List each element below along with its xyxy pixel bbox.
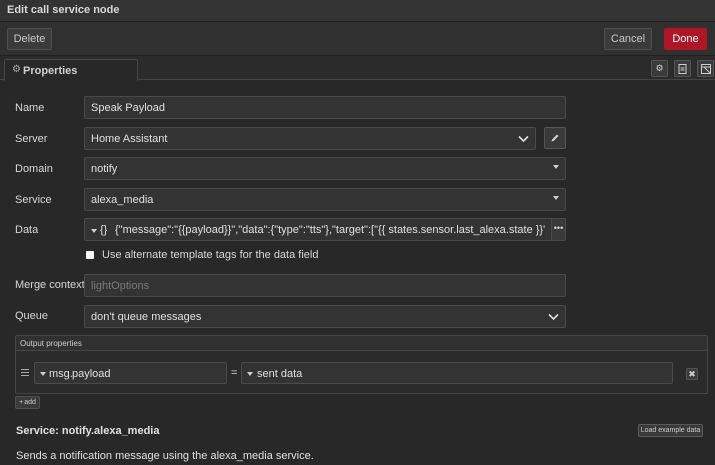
service-value: alexa_media bbox=[91, 194, 154, 206]
queue-value: don't queue messages bbox=[91, 311, 202, 323]
property-prefix: msg. bbox=[49, 368, 73, 380]
data-value: {"message":"{{payload}}","data":{"type":… bbox=[115, 224, 545, 236]
edit-server-button[interactable] bbox=[544, 127, 566, 149]
tab-bar: ⚙ Properties ⚙ bbox=[0, 56, 715, 81]
equals-sign: = bbox=[231, 367, 238, 379]
description-tab-icon[interactable] bbox=[674, 60, 691, 77]
settings-tab-gear-icon[interactable]: ⚙ bbox=[651, 60, 668, 77]
dialog-titlebar: Edit call service node bbox=[0, 0, 715, 22]
load-example-data-button[interactable]: Load example data bbox=[638, 424, 703, 437]
type-caret-icon[interactable] bbox=[91, 229, 97, 233]
property-name: payload bbox=[72, 368, 111, 380]
property-type-caret-icon[interactable] bbox=[40, 372, 46, 376]
output-value-input[interactable]: sent data bbox=[241, 362, 673, 384]
name-label: Name bbox=[15, 102, 45, 114]
done-button[interactable]: Done bbox=[664, 28, 707, 50]
server-select[interactable]: Home Assistant bbox=[84, 127, 536, 150]
dialog-title: Edit call service node bbox=[7, 4, 120, 16]
appearance-tab-icon[interactable] bbox=[697, 60, 714, 77]
gear-icon: ⚙ bbox=[12, 64, 21, 75]
domain-input[interactable]: notify bbox=[84, 157, 566, 180]
chevron-down-icon bbox=[548, 313, 559, 321]
layout-icon bbox=[700, 63, 711, 74]
dropdown-caret-icon[interactable] bbox=[553, 165, 559, 169]
drag-handle-icon[interactable] bbox=[21, 369, 29, 376]
output-properties-panel: Output properties msg. payload = sent da… bbox=[15, 335, 708, 394]
output-property-input[interactable]: msg. payload bbox=[34, 362, 227, 384]
close-icon: ✖ bbox=[688, 368, 696, 379]
queue-select[interactable]: don't queue messages bbox=[84, 305, 566, 328]
add-output-label: add bbox=[24, 399, 36, 406]
data-label: Data bbox=[15, 224, 39, 236]
data-input[interactable]: {} {"message":"{{payload}}","data":{"typ… bbox=[84, 218, 566, 241]
add-output-button[interactable]: + add bbox=[15, 396, 40, 409]
cancel-button[interactable]: Cancel bbox=[604, 28, 652, 50]
pencil-icon bbox=[551, 134, 559, 142]
output-properties-header: Output properties bbox=[16, 336, 707, 351]
queue-label: Queue bbox=[15, 310, 49, 322]
dropdown-caret-icon[interactable] bbox=[553, 196, 559, 200]
chevron-down-icon bbox=[518, 135, 529, 143]
service-info-title: Service: notify.alexa_media bbox=[16, 425, 160, 437]
expand-editor-icon[interactable]: ••• bbox=[551, 219, 565, 240]
plus-icon: + bbox=[19, 399, 24, 406]
name-input[interactable]: Speak Payload bbox=[84, 96, 566, 119]
tab-properties-label: Properties bbox=[23, 65, 78, 77]
merge-context-label: Merge context bbox=[15, 279, 85, 291]
domain-label: Domain bbox=[15, 163, 53, 175]
service-info-description: Sends a notification message using the a… bbox=[16, 450, 314, 462]
server-value: Home Assistant bbox=[91, 133, 168, 145]
alt-template-label: Use alternate template tags for the data… bbox=[102, 249, 319, 261]
service-label: Service bbox=[15, 194, 52, 206]
alt-template-checkbox[interactable] bbox=[86, 251, 94, 259]
data-type-label[interactable]: {} bbox=[100, 224, 107, 236]
merge-context-input[interactable]: lightOptions bbox=[84, 274, 566, 297]
value-type-caret-icon[interactable] bbox=[247, 372, 253, 376]
dialog-toolbar: Delete Cancel Done bbox=[0, 22, 715, 56]
domain-value: notify bbox=[91, 163, 118, 175]
document-icon bbox=[678, 63, 687, 74]
service-input[interactable]: alexa_media bbox=[84, 188, 566, 211]
output-properties-title: Output properties bbox=[20, 339, 82, 348]
tab-properties[interactable]: ⚙ Properties bbox=[4, 59, 138, 81]
name-value: Speak Payload bbox=[91, 102, 165, 114]
delete-button[interactable]: Delete bbox=[7, 28, 52, 50]
remove-row-button[interactable]: ✖ bbox=[686, 368, 698, 380]
output-value: sent data bbox=[257, 368, 303, 380]
server-label: Server bbox=[15, 133, 48, 145]
merge-context-placeholder: lightOptions bbox=[91, 280, 150, 292]
